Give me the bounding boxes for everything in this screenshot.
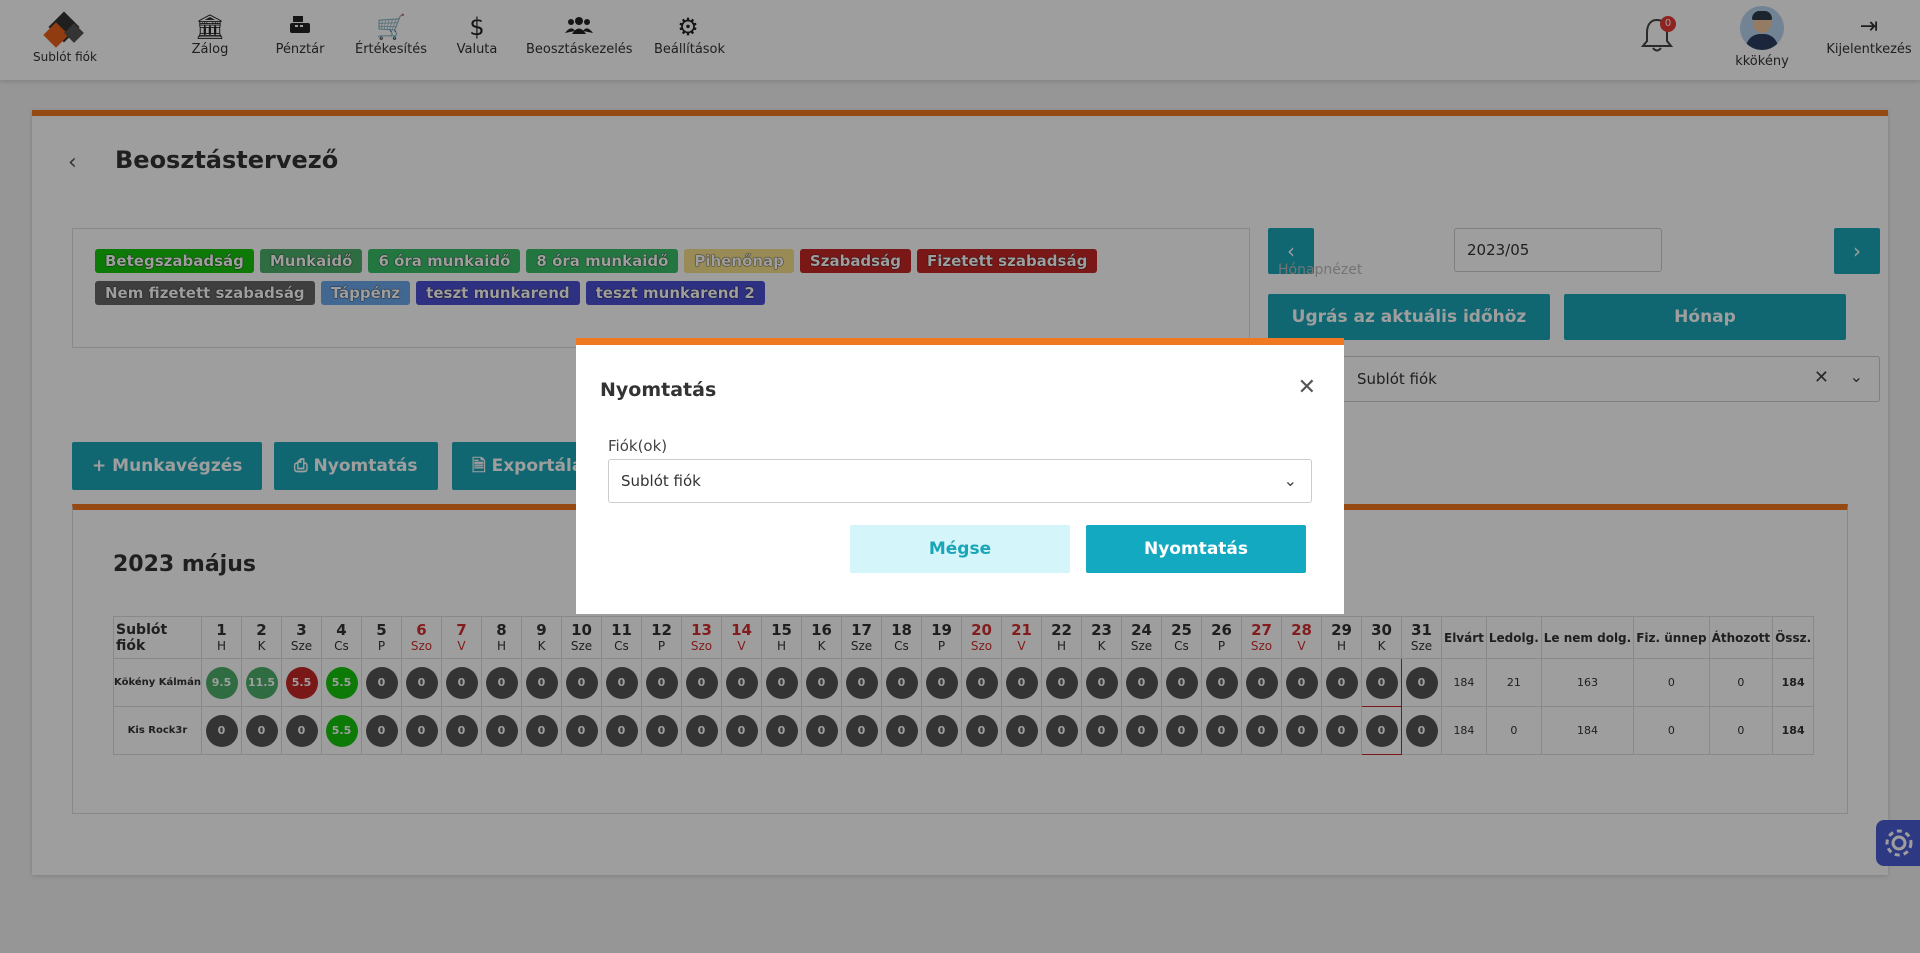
print-modal: Nyomtatás ✕ Fiók(ok) Sublót fiók ⌄ Mégse…: [576, 338, 1344, 614]
close-icon[interactable]: ✕: [1298, 375, 1316, 400]
account-dropdown[interactable]: Sublót fiók ⌄: [608, 459, 1312, 503]
modal-title: Nyomtatás: [600, 379, 717, 401]
confirm-print-button[interactable]: Nyomtatás: [1086, 525, 1306, 573]
chevron-down-icon: ⌄: [1283, 471, 1297, 490]
account-dropdown-value: Sublót fiók: [621, 472, 701, 490]
account-field-label: Fiók(ok): [608, 437, 668, 455]
cancel-button[interactable]: Mégse: [850, 525, 1070, 573]
